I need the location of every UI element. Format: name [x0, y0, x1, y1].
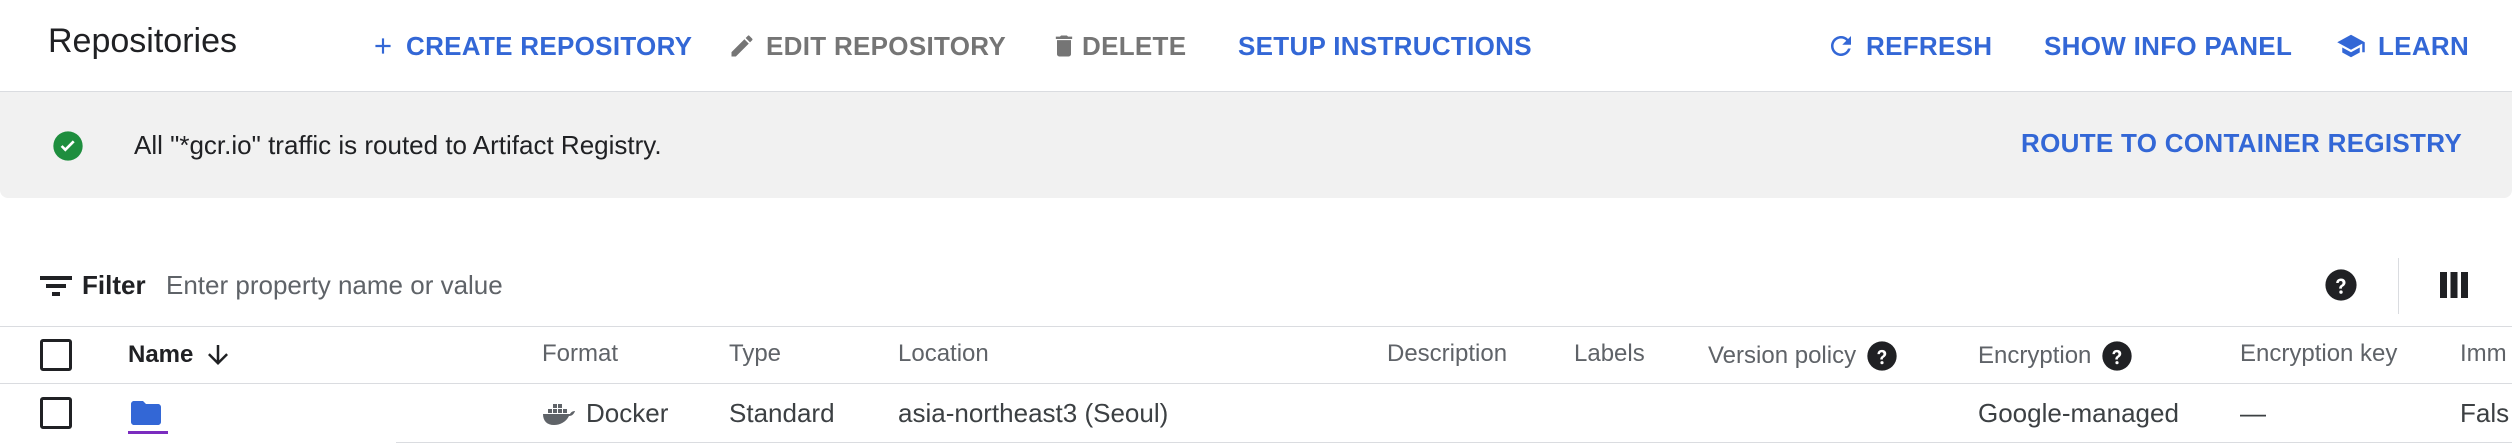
row-divider [396, 442, 2512, 443]
row-type: Standard [729, 398, 835, 428]
route-to-container-registry-button[interactable]: ROUTE TO CONTAINER REGISTRY [2021, 128, 2462, 159]
column-header-description[interactable]: Description [1387, 340, 1507, 368]
page-title: Repositories [48, 22, 237, 60]
edit-repository-button[interactable]: EDIT REPOSITORY [728, 24, 1006, 68]
row-encryption-key: — [2240, 398, 2266, 428]
repository-name-link[interactable] [128, 398, 168, 434]
refresh-icon [1831, 36, 1851, 56]
refresh-button[interactable]: REFRESH [1826, 24, 1992, 68]
delete-label: DELETE [1082, 30, 1187, 61]
filter-icon [40, 274, 72, 303]
toolbar-divider [2398, 258, 2399, 314]
row-format-label: Docker [586, 398, 669, 428]
column-header-labels[interactable]: Labels [1574, 340, 1645, 368]
pencil-icon [731, 35, 753, 57]
row-encryption: Google-managed [1978, 398, 2179, 428]
row-immutable: Fals [2460, 398, 2510, 428]
column-header-location[interactable]: Location [898, 340, 989, 368]
filter-label: Filter [82, 270, 146, 300]
column-header-version-policy[interactable]: Version policy [1708, 340, 1898, 372]
column-header-immutable[interactable]: Imm [2460, 340, 2507, 368]
column-header-name-label: Name [128, 341, 194, 368]
column-display-options-icon[interactable] [2440, 272, 2468, 303]
column-header-encryption[interactable]: Encryption [1978, 340, 2133, 372]
show-info-panel-label: SHOW INFO PANEL [2044, 30, 2293, 61]
delete-button[interactable]: DELETE [1050, 24, 1186, 68]
trash-icon [1055, 35, 1073, 57]
plus-icon [375, 38, 391, 54]
create-repository-button[interactable]: CREATE REPOSITORY [370, 24, 692, 68]
refresh-label: REFRESH [1866, 30, 1993, 61]
docker-icon [543, 403, 575, 425]
learn-button[interactable]: LEARN [2334, 24, 2469, 68]
school-icon [2337, 34, 2365, 58]
filter-input[interactable] [166, 262, 1466, 308]
edit-repository-label: EDIT REPOSITORY [766, 30, 1006, 61]
arrow-down-icon [208, 345, 229, 365]
banner-message: All "*gcr.io" traffic is routed to Artif… [134, 130, 662, 160]
setup-instructions-button[interactable]: SETUP INSTRUCTIONS [1238, 24, 1532, 68]
table-header [0, 326, 2512, 384]
column-header-encryption-label: Encryption [1978, 342, 2092, 369]
column-header-format[interactable]: Format [542, 340, 618, 368]
help-icon[interactable] [1866, 340, 1898, 372]
row-location: asia-northeast3 (Seoul) [898, 398, 1169, 428]
show-info-panel-button[interactable]: SHOW INFO PANEL [2044, 24, 2292, 68]
column-header-version-policy-label: Version policy [1708, 342, 1857, 369]
select-all-checkbox[interactable] [40, 339, 72, 371]
row-checkbox[interactable] [40, 397, 72, 429]
help-icon[interactable] [2101, 340, 2133, 372]
setup-instructions-label: SETUP INSTRUCTIONS [1238, 30, 1532, 61]
column-header-name[interactable]: Name [128, 340, 233, 370]
learn-label: LEARN [2378, 30, 2470, 61]
column-header-encryption-key[interactable]: Encryption key [2240, 340, 2397, 368]
column-header-type[interactable]: Type [729, 340, 781, 368]
folder-icon [131, 401, 161, 425]
check-circle-icon [52, 130, 84, 167]
create-repository-label: CREATE REPOSITORY [406, 30, 693, 61]
row-format: Docker [542, 398, 668, 429]
help-icon[interactable] [2324, 268, 2358, 307]
